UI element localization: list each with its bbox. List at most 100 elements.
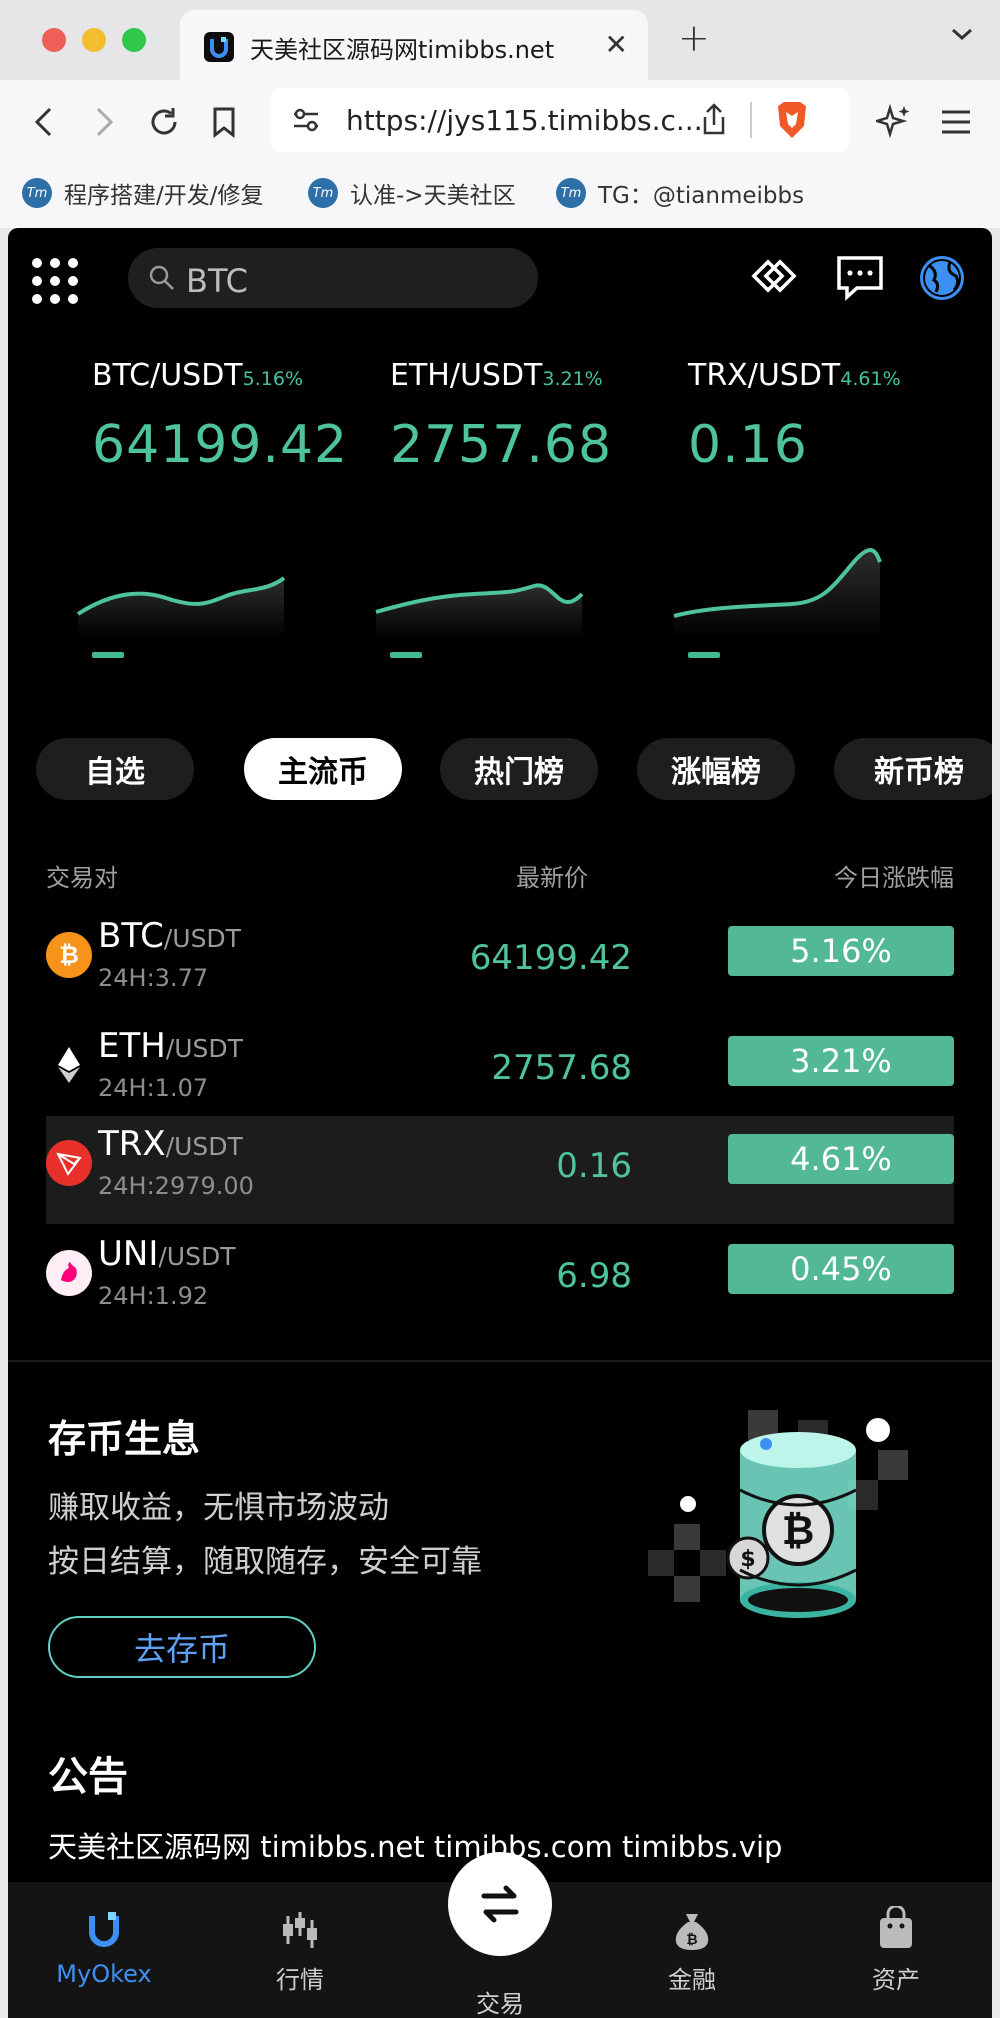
table-row[interactable]: ₿ BTC/USDT 24H:3.77 64199.42 5.16% bbox=[46, 908, 954, 1016]
table-row[interactable]: UNI/USDT 24H:1.92 6.98 0.45% bbox=[46, 1226, 954, 1334]
browser-tab-bar: 天美社区源码网timibbs.net ✕ + bbox=[0, 0, 1000, 80]
col-header-price: 最新价 bbox=[516, 864, 588, 892]
tab-hot[interactable]: 热门榜 bbox=[440, 738, 598, 800]
minimize-window-button[interactable] bbox=[82, 28, 106, 52]
new-tab-icon[interactable]: + bbox=[678, 16, 710, 60]
ticker-sparkline bbox=[76, 576, 286, 638]
search-value: BTC bbox=[186, 262, 248, 300]
tab-close-icon[interactable]: ✕ bbox=[605, 28, 628, 61]
address-divider bbox=[750, 102, 752, 138]
tab-list-chevron-icon[interactable] bbox=[950, 24, 974, 48]
nav-finance[interactable]: ₿ 金融 bbox=[632, 1906, 752, 1995]
bookmark-icon[interactable] bbox=[202, 100, 246, 144]
ticker-pair: BTC/USDT5.16% bbox=[92, 358, 303, 393]
savings-subtitle: 赚取收益，无惧市场波动 bbox=[48, 1490, 389, 1526]
tab-favorites[interactable]: 自选 bbox=[36, 738, 194, 800]
app-header: BTC bbox=[8, 228, 992, 328]
ticker-card-eth[interactable]: ETH/USDT3.21% 2757.68 bbox=[375, 358, 680, 658]
change-badge: 3.21% bbox=[728, 1036, 954, 1086]
ticker-card-trx[interactable]: TRX/USDT4.61% 0.16 bbox=[673, 358, 978, 658]
ticker-card-btc[interactable]: BTC/USDT5.16% 64199.42 bbox=[76, 358, 382, 658]
deposit-button[interactable]: 去存币 bbox=[48, 1616, 316, 1678]
bookmark-favicon-icon: Tm bbox=[308, 178, 338, 208]
change-badge: 5.16% bbox=[728, 926, 954, 976]
tab-gainers[interactable]: 涨幅榜 bbox=[637, 738, 795, 800]
handshake-icon[interactable] bbox=[748, 252, 800, 304]
trx-coin-icon bbox=[46, 1140, 92, 1186]
ticker-dash bbox=[688, 652, 720, 658]
brave-shield-icon[interactable] bbox=[774, 100, 810, 140]
pair-price: 0.16 bbox=[556, 1146, 632, 1186]
globe-language-icon[interactable] bbox=[916, 252, 968, 304]
tab-mainstream[interactable]: 主流币 bbox=[244, 738, 402, 800]
notice-title: 公告 bbox=[48, 1754, 128, 1800]
swap-arrows-icon bbox=[481, 1885, 519, 1923]
bookmark-label: 程序搭建/开发/修复 bbox=[64, 183, 264, 209]
ticker-price: 2757.68 bbox=[390, 415, 613, 475]
bookmark-item[interactable]: Tm 认准->天美社区 bbox=[308, 176, 516, 210]
ai-sparkle-icon[interactable] bbox=[872, 100, 916, 144]
bookmark-item[interactable]: Tm TG：@tianmeibbs bbox=[556, 176, 804, 210]
ticker-change: 3.21% bbox=[542, 368, 603, 390]
tab-new-coins[interactable]: 新币榜 bbox=[834, 738, 992, 800]
message-icon[interactable] bbox=[834, 252, 886, 304]
pair-price: 6.98 bbox=[556, 1256, 632, 1296]
nav-market[interactable]: 行情 bbox=[240, 1906, 360, 1995]
candlestick-icon bbox=[283, 1912, 317, 1948]
ticker-sparkline bbox=[375, 583, 584, 638]
back-arrow-icon[interactable] bbox=[22, 100, 66, 144]
pair-volume: 24H:1.92 bbox=[98, 1282, 209, 1310]
browser-nav-bar: https://jys115.timibbs.c... bbox=[0, 80, 1000, 162]
pair-price: 2757.68 bbox=[491, 1048, 632, 1088]
nav-home[interactable]: MyOkex bbox=[44, 1906, 164, 1988]
table-row[interactable]: ETH/USDT 24H:1.07 2757.68 3.21% bbox=[46, 1018, 954, 1126]
browser-tab[interactable]: 天美社区源码网timibbs.net ✕ bbox=[180, 10, 648, 80]
savings-subtitle: 按日结算，随取随存，安全可靠 bbox=[48, 1544, 482, 1580]
table-row[interactable]: TRX/USDT 24H:2979.00 0.16 4.61% bbox=[46, 1116, 954, 1224]
ticker-dash bbox=[92, 652, 124, 658]
nav-label: 行情 bbox=[276, 1966, 324, 1994]
money-bag-icon: ₿ bbox=[675, 1914, 709, 1950]
nav-label-trade: 交易 bbox=[476, 1990, 524, 2018]
pair-symbol: BTC/USDT bbox=[98, 916, 241, 956]
close-window-button[interactable] bbox=[42, 28, 66, 52]
svg-text:₿: ₿ bbox=[686, 1932, 697, 1948]
pair-volume: 24H:3.77 bbox=[98, 964, 209, 992]
nav-assets[interactable]: 资产 bbox=[836, 1906, 956, 1995]
search-input[interactable]: BTC bbox=[128, 248, 538, 308]
trade-button[interactable] bbox=[448, 1852, 552, 1956]
home-logo-icon bbox=[89, 1912, 119, 1947]
tab-title: 天美社区源码网timibbs.net bbox=[250, 36, 555, 64]
bookmark-favicon-icon: Tm bbox=[22, 178, 52, 208]
forward-arrow-icon[interactable] bbox=[82, 100, 126, 144]
uni-coin-icon bbox=[46, 1250, 92, 1296]
bookmark-label: 认准->天美社区 bbox=[350, 183, 516, 209]
apps-grid-icon[interactable] bbox=[32, 258, 78, 304]
pair-volume: 24H:1.07 bbox=[98, 1074, 209, 1102]
address-bar[interactable]: https://jys115.timibbs.c... bbox=[270, 88, 850, 152]
bottom-nav: MyOkex 行情 交易 ₿ 金融 资产 bbox=[8, 1852, 992, 2018]
ticker-change: 5.16% bbox=[242, 368, 303, 390]
notice-text[interactable]: 天美社区源码网 timibbs.net timibbs.com timibbs.… bbox=[48, 1824, 782, 1866]
btc-coin-icon: ₿ bbox=[46, 932, 92, 978]
pair-symbol: TRX/USDT bbox=[98, 1124, 243, 1164]
svg-text:₿: ₿ bbox=[59, 941, 79, 969]
section-divider bbox=[8, 1360, 992, 1362]
bookmark-item[interactable]: Tm 程序搭建/开发/修复 bbox=[22, 176, 264, 210]
change-badge: 0.45% bbox=[728, 1244, 954, 1294]
menu-icon[interactable] bbox=[934, 100, 978, 144]
ticker-dash bbox=[390, 652, 422, 658]
ticker-price: 64199.42 bbox=[92, 415, 349, 475]
bookmark-favicon-icon: Tm bbox=[556, 178, 586, 208]
bookmarks-bar: Tm 程序搭建/开发/修复 Tm 认准->天美社区 Tm TG：@tianmei… bbox=[0, 162, 1000, 228]
site-settings-icon[interactable] bbox=[290, 104, 322, 140]
nav-label: MyOkex bbox=[56, 1960, 152, 1988]
url-text: https://jys115.timibbs.c... bbox=[346, 104, 703, 137]
bookmark-label: TG：@tianmeibbs bbox=[598, 183, 805, 209]
search-icon bbox=[149, 265, 174, 290]
maximize-window-button[interactable] bbox=[122, 28, 146, 52]
share-icon[interactable] bbox=[700, 102, 728, 140]
reload-icon[interactable] bbox=[142, 100, 186, 144]
nav-label: 金融 bbox=[668, 1966, 716, 1994]
change-badge: 4.61% bbox=[728, 1134, 954, 1184]
